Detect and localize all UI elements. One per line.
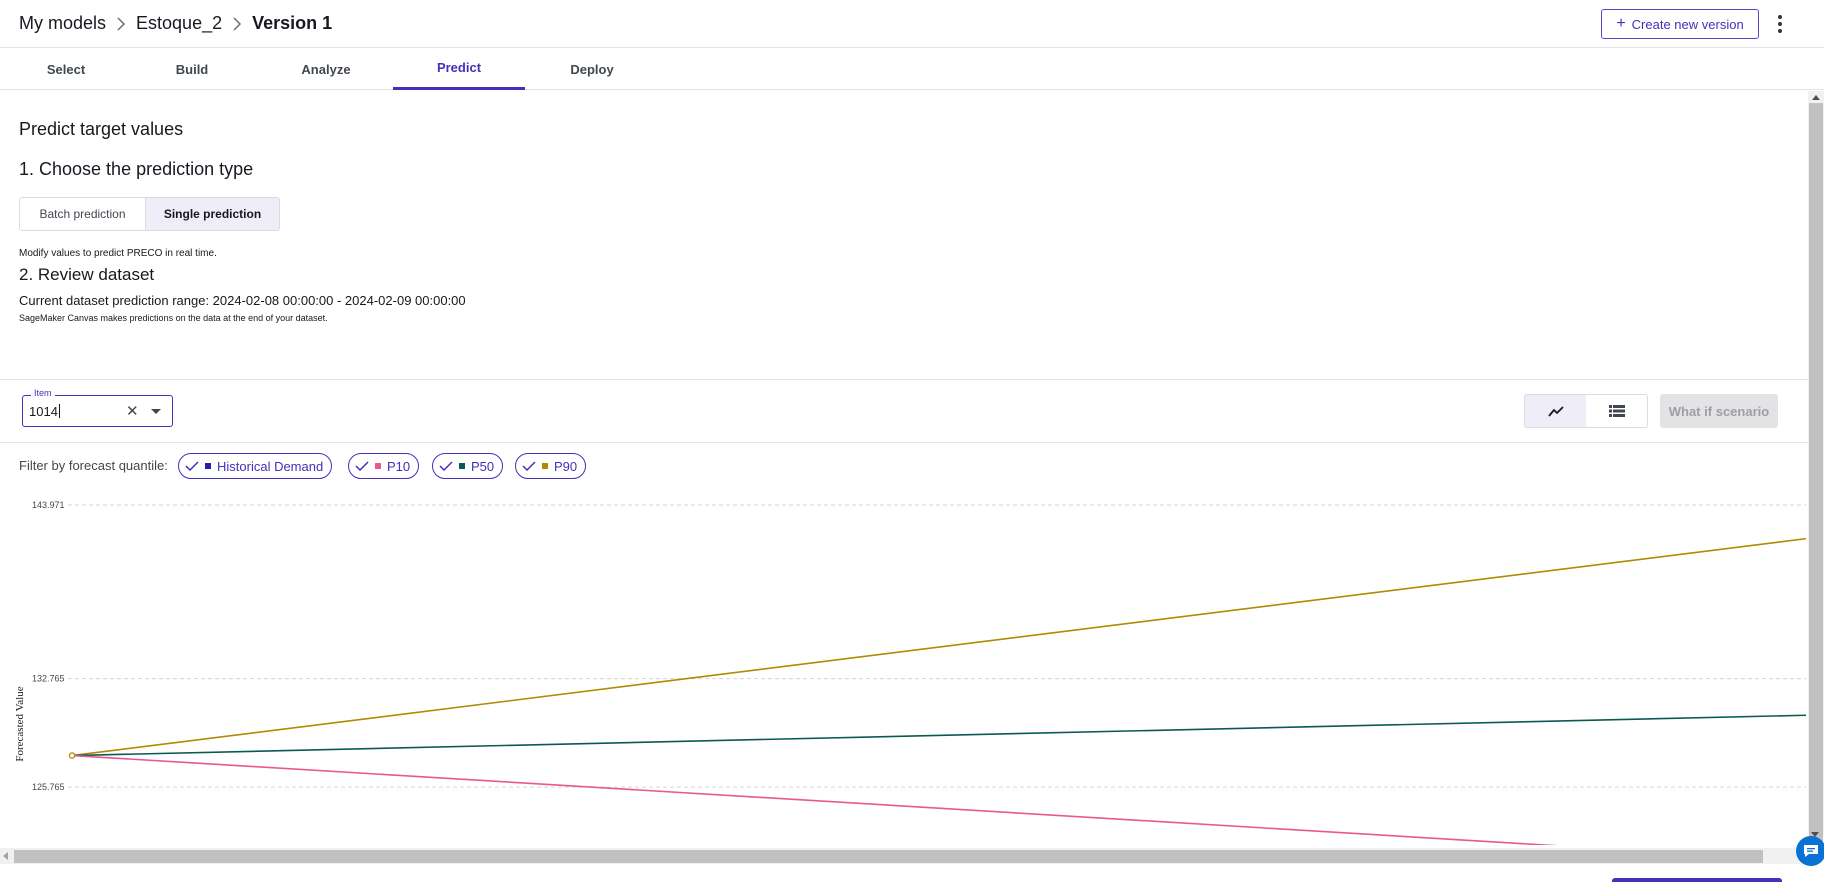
vertical-scrollbar-thumb[interactable]	[1809, 103, 1823, 849]
legend-swatch	[375, 463, 381, 469]
check-icon	[522, 461, 536, 471]
divider	[0, 379, 1808, 380]
historical-demand-point[interactable]	[68, 752, 76, 759]
series-line-p10	[71, 754, 1558, 845]
table-view-button[interactable]	[1586, 395, 1647, 427]
more-options-icon[interactable]	[1772, 12, 1788, 36]
top-bar: My models Estoque_2 Version 1 + Create n…	[0, 0, 1824, 48]
forecast-chart: 143.971 132.765 125.765	[32, 500, 1807, 845]
chart-view-button[interactable]	[1525, 395, 1586, 427]
list-icon	[1608, 405, 1625, 417]
batch-prediction-button[interactable]: Batch prediction	[20, 198, 145, 230]
chip-p50[interactable]: P50	[432, 453, 504, 479]
check-icon	[185, 461, 199, 471]
divider	[0, 442, 1808, 443]
item-field-label: Item	[31, 388, 55, 398]
chip-p10[interactable]: P10	[348, 453, 420, 479]
breadcrumb: My models Estoque_2 Version 1	[19, 13, 332, 34]
step-2-heading: 2. Review dataset	[19, 265, 155, 284]
chip-historical-demand[interactable]: Historical Demand	[178, 453, 333, 479]
page-title: Predict target values	[19, 119, 184, 139]
breadcrumb-version: Version 1	[252, 13, 333, 33]
y-axis-label: Forecasted Value	[14, 686, 26, 762]
tab-analyze[interactable]: Analyze	[260, 48, 392, 90]
step-1-heading: 1. Choose the prediction type	[19, 159, 254, 179]
view-toggle	[1524, 394, 1648, 428]
line-chart-icon	[1547, 406, 1564, 417]
plus-icon: +	[1616, 15, 1626, 32]
tab-deploy[interactable]: Deploy	[526, 48, 658, 90]
scroll-up-arrow-icon[interactable]	[1812, 95, 1820, 100]
prediction-type-toggle: Batch prediction Single prediction	[19, 197, 280, 231]
legend-swatch	[542, 463, 548, 469]
dataset-note: SageMaker Canvas makes predictions on th…	[19, 313, 328, 323]
chevron-down-icon[interactable]	[151, 409, 161, 414]
clear-icon[interactable]: ✕	[126, 402, 139, 420]
chip-label: P50	[471, 458, 495, 474]
what-if-scenario-button[interactable]: What if scenario	[1660, 394, 1778, 428]
y-tick-label: 143.971	[32, 500, 65, 510]
chip-label: P10	[387, 458, 411, 474]
chevron-right-icon	[232, 16, 242, 31]
breadcrumb-my-models[interactable]: My models	[19, 13, 106, 34]
series-line-p50	[71, 714, 1807, 757]
y-tick-label: 132.765	[32, 674, 65, 684]
item-select[interactable]: Item 1014 ✕	[22, 388, 173, 427]
series-line-p90	[71, 537, 1807, 757]
scroll-left-arrow-icon[interactable]	[3, 852, 8, 860]
create-new-version-label: Create new version	[1631, 16, 1744, 32]
chip-label: Historical Demand	[217, 458, 324, 474]
chip-p90[interactable]: P90	[515, 453, 587, 479]
vertical-scrollbar[interactable]	[1808, 91, 1824, 849]
workflow-tabs: Select Build Analyze Predict Deploy	[0, 48, 1824, 90]
item-input-value[interactable]: 1014	[29, 404, 60, 419]
breadcrumb-model[interactable]: Estoque_2	[136, 13, 222, 34]
check-icon	[355, 461, 369, 471]
prediction-hint: Modify values to predict PRECO in real t…	[19, 248, 217, 259]
bottom-action-button[interactable]	[1612, 878, 1782, 882]
legend-swatch	[459, 463, 465, 469]
single-prediction-button[interactable]: Single prediction	[145, 198, 279, 230]
tab-predict[interactable]: Predict	[393, 48, 525, 90]
chip-label: P90	[554, 458, 578, 474]
chat-icon[interactable]	[1796, 836, 1824, 866]
horizontal-scrollbar-thumb[interactable]	[14, 850, 1763, 863]
tab-build[interactable]: Build	[126, 48, 258, 90]
horizontal-scrollbar[interactable]	[0, 848, 1808, 864]
create-new-version-button[interactable]: + Create new version	[1601, 9, 1759, 39]
check-icon	[439, 461, 453, 471]
prediction-range: Current dataset prediction range: 2024-0…	[19, 293, 466, 308]
legend-swatch	[205, 463, 211, 469]
tab-select[interactable]: Select	[0, 48, 132, 90]
y-tick-label: 125.765	[32, 782, 65, 792]
filter-label: Filter by forecast quantile:	[19, 458, 168, 473]
chevron-right-icon	[116, 16, 126, 31]
